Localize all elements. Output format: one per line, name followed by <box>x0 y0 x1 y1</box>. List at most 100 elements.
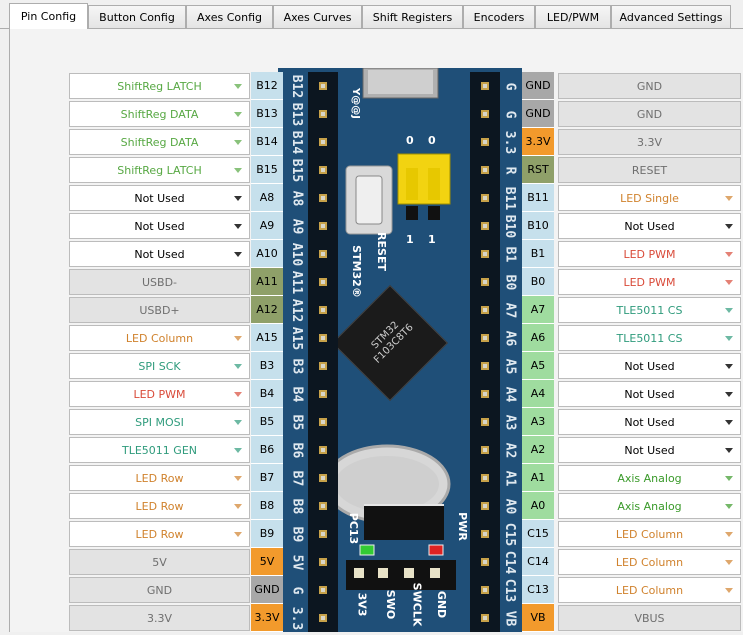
chevron-down-icon <box>234 476 242 481</box>
board-silkscreen-label: B6 <box>287 436 307 464</box>
left-pin-function-select[interactable]: TLE5011 GEN <box>69 437 250 463</box>
tab-button-config[interactable]: Button Config <box>88 5 186 28</box>
right-pin-function-select[interactable]: Not Used <box>558 213 741 239</box>
right-pin-function-select[interactable]: LED PWM <box>558 269 741 295</box>
solder-pad-icon <box>319 586 327 594</box>
header-pin <box>470 464 500 492</box>
board-silkscreen-label: B3 <box>287 352 307 380</box>
pin-function-value: USBD- <box>141 275 178 289</box>
chevron-down-icon <box>725 308 733 313</box>
chevron-down-icon <box>725 336 733 341</box>
right-pin-function-select[interactable]: LED Column <box>558 549 741 575</box>
solder-pad-icon <box>481 306 489 314</box>
right-pin-function-select[interactable]: LED PWM <box>558 241 741 267</box>
left-pin-function-select[interactable]: LED Row <box>69 493 250 519</box>
right-pin-function-select[interactable]: LED Column <box>558 577 741 603</box>
chevron-down-icon <box>725 420 733 425</box>
right-pin-name: GND <box>522 100 554 128</box>
chevron-down-icon <box>234 420 242 425</box>
tab-led-pwm[interactable]: LED/PWM <box>535 5 611 28</box>
silkscreen-text: G <box>502 110 518 118</box>
header-pin <box>308 492 338 520</box>
chevron-down-icon <box>234 112 242 117</box>
board-silkscreen-label: A9 <box>287 212 307 240</box>
left-pin-function-select[interactable]: SPI MOSI <box>69 409 250 435</box>
header-pin <box>470 268 500 296</box>
silkscreen-text: B4 <box>289 386 305 402</box>
board-silkscreen-label: R <box>500 156 520 184</box>
left-pin-function-select[interactable]: LED PWM <box>69 381 250 407</box>
left-pin-function-select[interactable]: Not Used <box>69 213 250 239</box>
solder-pad-icon <box>481 502 489 510</box>
silkscreen-text: A2 <box>502 442 518 458</box>
pin-function-value: USBD+ <box>139 303 180 317</box>
reset-label: RESET <box>374 232 388 271</box>
left-pin-function-select[interactable]: ShiftReg DATA <box>69 101 250 127</box>
board-silkscreen-label: B15 <box>287 156 307 184</box>
right-pin-function-select[interactable]: Axis Analog <box>558 493 741 519</box>
right-pin-function-select[interactable]: Not Used <box>558 409 741 435</box>
header-pin <box>470 492 500 520</box>
pin-function-value: TLE5011 GEN <box>122 443 197 457</box>
silkscreen-text: B8 <box>289 498 305 514</box>
left-pin-function-select[interactable]: ShiftReg LATCH <box>69 73 250 99</box>
left-pin-function-select[interactable]: LED Column <box>69 325 250 351</box>
left-pin-function-select[interactable]: Not Used <box>69 241 250 267</box>
pin-function-value: RESET <box>631 163 668 177</box>
left-pin-function-select[interactable]: SPI SCK <box>69 353 250 379</box>
left-pin-name: A10 <box>251 240 283 268</box>
left-pin-function-select[interactable]: ShiftReg LATCH <box>69 157 250 183</box>
header-pin <box>470 296 500 324</box>
chevron-down-icon <box>725 448 733 453</box>
right-pin-function-select[interactable]: Not Used <box>558 381 741 407</box>
right-pin-function-select[interactable]: Not Used <box>558 437 741 463</box>
left-pin-name: 3.3V <box>251 604 283 632</box>
silkscreen-text: C14 <box>502 550 518 574</box>
pin-function-value: ShiftReg DATA <box>120 107 199 121</box>
left-pin-function-select[interactable]: ShiftReg DATA <box>69 129 250 155</box>
solder-pad-icon <box>319 334 327 342</box>
pin-function-value: Not Used <box>134 247 185 261</box>
tab-advanced-settings[interactable]: Advanced Settings <box>611 5 731 28</box>
left-pin-function-select[interactable]: LED Row <box>69 521 250 547</box>
left-pin-name: B12 <box>251 72 283 100</box>
silkscreen-text: R <box>502 166 518 174</box>
board-silkscreen-label: A3 <box>500 408 520 436</box>
tab-pin-config[interactable]: Pin Config <box>9 3 88 29</box>
pin-function-value: 5V <box>152 555 167 569</box>
pin-function-value: LED Row <box>135 527 184 541</box>
right-pin-function-select[interactable]: LED Single <box>558 185 741 211</box>
left-pin-name: B8 <box>251 492 283 520</box>
bottom-pin-swo: SWO <box>384 589 398 620</box>
solder-pad-icon <box>481 250 489 258</box>
pin-function-value: LED Row <box>135 471 184 485</box>
header-pin <box>308 408 338 436</box>
right-pin-function-select[interactable]: Not Used <box>558 353 741 379</box>
left-pin-function-select[interactable]: Not Used <box>69 185 250 211</box>
left-pin-name: A8 <box>251 184 283 212</box>
solder-pad-icon <box>319 390 327 398</box>
right-pin-function-select[interactable]: Axis Analog <box>558 465 741 491</box>
right-pin-function-select[interactable]: LED Column <box>558 521 741 547</box>
silkscreen-text: B14 <box>289 130 305 154</box>
chevron-down-icon <box>725 252 733 257</box>
pin-function-value: Not Used <box>624 415 675 429</box>
right-pin-name: A2 <box>522 436 554 464</box>
board-silkscreen-label: B12 <box>287 72 307 100</box>
header-pin <box>308 380 338 408</box>
right-pin-function-select[interactable]: TLE5011 CS <box>558 297 741 323</box>
tab-encoders[interactable]: Encoders <box>463 5 535 28</box>
board-silkscreen-label: A15 <box>287 324 307 352</box>
pin-function-value: LED Row <box>135 499 184 513</box>
tab-axes-curves[interactable]: Axes Curves <box>273 5 362 28</box>
silkscreen-text: G <box>289 586 305 594</box>
tab-axes-config[interactable]: Axes Config <box>186 5 273 28</box>
left-pin-function-select[interactable]: LED Row <box>69 465 250 491</box>
silkscreen-text: A8 <box>289 190 305 206</box>
header-pin <box>470 324 500 352</box>
pin-function-value: GND <box>146 583 173 597</box>
pin-function-value: 3.3V <box>636 135 663 149</box>
left-pin-name: B15 <box>251 156 283 184</box>
right-pin-function-select[interactable]: TLE5011 CS <box>558 325 741 351</box>
tab-shift-registers[interactable]: Shift Registers <box>362 5 463 28</box>
